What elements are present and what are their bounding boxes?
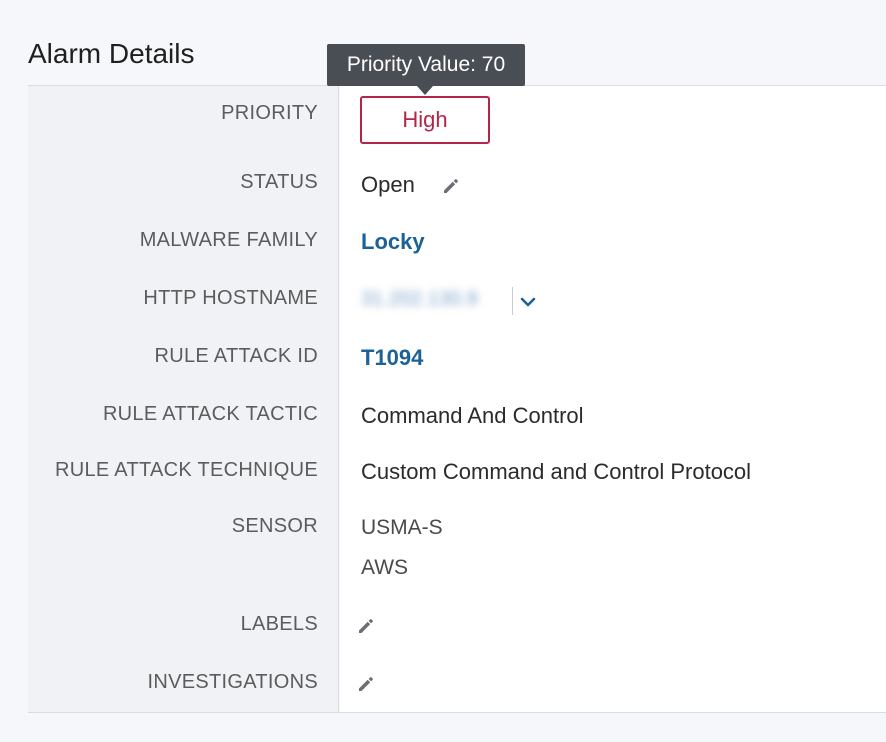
malware-family-link[interactable]: Locky (361, 229, 425, 255)
labels-label: LABELS (240, 613, 318, 635)
sensor-label: SENSOR (231, 515, 318, 537)
status-value: Open (361, 172, 415, 197)
priority-tooltip: Priority Value: 70 (327, 44, 525, 86)
bottom-divider (28, 712, 886, 713)
edit-status-pencil-icon[interactable] (441, 176, 461, 196)
rule-attack-technique-label: RULE ATTACK TECHNIQUE (54, 459, 318, 481)
priority-badge[interactable]: High (360, 96, 490, 144)
value-column (340, 86, 886, 712)
rule-attack-technique-value: Custom Command and Control Protocol (361, 459, 752, 484)
rule-attack-tactic-label: RULE ATTACK TACTIC (102, 403, 318, 425)
malware-family-label: MALWARE FAMILY (139, 229, 318, 251)
rule-attack-tactic-value: Command And Control (361, 403, 584, 428)
edit-investigations-pencil-icon[interactable] (356, 674, 376, 694)
http-hostname-label: HTTP HOSTNAME (143, 287, 318, 309)
sensor-value-2: AWS (361, 556, 409, 579)
priority-label: PRIORITY (221, 102, 318, 124)
tooltip-arrow (417, 86, 433, 95)
edit-labels-pencil-icon[interactable] (356, 616, 376, 636)
rule-attack-id-link[interactable]: T1094 (361, 345, 423, 371)
sensor-value-1: USMA-S (361, 516, 443, 539)
investigations-label: INVESTIGATIONS (147, 671, 318, 693)
hostname-divider (512, 287, 513, 315)
chevron-down-icon[interactable] (518, 292, 538, 312)
rule-attack-id-label: RULE ATTACK ID (154, 345, 318, 367)
panel-title: Alarm Details (28, 38, 195, 69)
http-hostname-value[interactable]: 31.202.130.9 (361, 288, 478, 311)
status-label: STATUS (240, 171, 318, 193)
